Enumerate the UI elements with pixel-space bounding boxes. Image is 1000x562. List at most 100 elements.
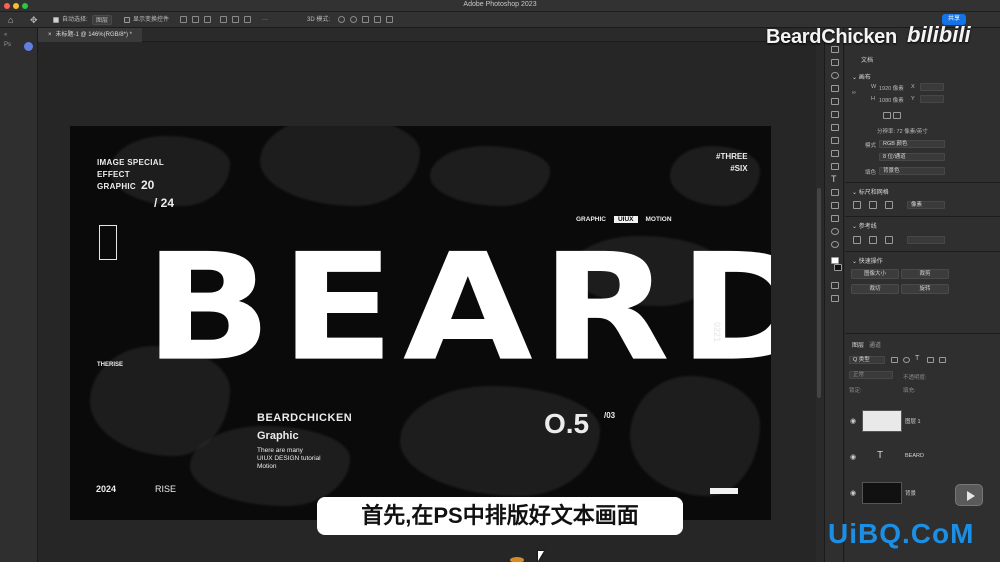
stamp-icon[interactable] bbox=[831, 137, 839, 144]
color-mode-dropdown[interactable]: RGB 颜色 bbox=[879, 140, 945, 148]
layer-name: 背景 bbox=[905, 491, 917, 497]
layer-row[interactable]: ◉ 图层 1 bbox=[845, 407, 1000, 435]
path-select-icon[interactable] bbox=[831, 202, 839, 209]
guide-lock-icon[interactable] bbox=[853, 236, 861, 244]
document-canvas[interactable]: IMAGE SPECIAL EFFECT GRAPHIC 20 / 24 #TH… bbox=[70, 126, 771, 520]
zoom-icon[interactable] bbox=[831, 241, 839, 248]
eye-icon[interactable]: ◉ bbox=[850, 453, 856, 461]
grid-icon[interactable] bbox=[869, 201, 877, 209]
align-left-icon[interactable] bbox=[180, 16, 187, 23]
more-options-icon[interactable]: ··· bbox=[262, 15, 268, 25]
vertical-scrollbar[interactable] bbox=[816, 42, 822, 562]
guide-grid-icon[interactable] bbox=[869, 236, 877, 244]
layer-name: 图层 1 bbox=[905, 419, 921, 425]
quick-actions-section-title: ⌄ 快速操作 bbox=[852, 259, 883, 265]
portrait-orientation-icon[interactable] bbox=[883, 112, 891, 119]
align-right-icon[interactable] bbox=[204, 16, 211, 23]
hand-icon[interactable] bbox=[831, 228, 839, 235]
roll-3d-icon[interactable] bbox=[350, 16, 357, 23]
orbit-3d-icon[interactable] bbox=[338, 16, 345, 23]
document-label: 文档 bbox=[861, 58, 874, 64]
bilibili-logo: bilibili bbox=[907, 22, 971, 47]
six-line: #SIX bbox=[730, 164, 748, 173]
auto-select-label: 自动选择: bbox=[62, 17, 88, 23]
ruler-icon[interactable] bbox=[853, 201, 861, 209]
align-bottom-icon[interactable] bbox=[244, 16, 251, 23]
link-dimensions-icon[interactable]: ∞ bbox=[852, 90, 856, 96]
three-six-text: #THREE #SIX bbox=[716, 151, 748, 175]
ps-logo-icon: Ps bbox=[4, 42, 12, 48]
background-color-icon[interactable] bbox=[834, 264, 842, 271]
filter-shape-icon[interactable] bbox=[927, 357, 934, 363]
fill-label: 填色 bbox=[865, 170, 877, 176]
quick-mask-icon[interactable] bbox=[831, 282, 839, 289]
bit-depth-dropdown[interactable]: 8 位/通道 bbox=[879, 153, 945, 161]
layer-name: BEARD bbox=[905, 453, 924, 459]
align-center-icon[interactable] bbox=[192, 16, 199, 23]
eraser-icon[interactable] bbox=[831, 150, 839, 157]
auto-select-dropdown[interactable]: 图层 bbox=[92, 15, 113, 25]
year-text: 2024 bbox=[96, 484, 117, 494]
eye-icon[interactable]: ◉ bbox=[850, 417, 856, 425]
move-tool-icon[interactable]: ✥ bbox=[30, 15, 38, 25]
opacity-label: 不透明度: bbox=[903, 375, 927, 381]
crop-button[interactable]: 裁剪 bbox=[901, 269, 949, 279]
layer-filter-dropdown[interactable]: Q 类型 bbox=[849, 356, 885, 364]
brush-icon[interactable] bbox=[831, 124, 839, 131]
show-transform-checkbox[interactable] bbox=[124, 17, 130, 23]
filter-type-icon[interactable]: T bbox=[915, 355, 919, 362]
eyedropper-icon[interactable] bbox=[831, 98, 839, 105]
slide-3d-icon[interactable] bbox=[374, 16, 381, 23]
close-tab-icon[interactable]: × bbox=[48, 32, 52, 38]
x-field[interactable] bbox=[920, 83, 944, 91]
resolution-text: 分辨率: 72 像素/英寸 bbox=[877, 129, 928, 135]
shape-icon[interactable] bbox=[831, 215, 839, 222]
tab-layers[interactable]: 图层 bbox=[852, 340, 864, 349]
white-bar-shape bbox=[710, 488, 738, 494]
lasso-icon[interactable] bbox=[831, 72, 839, 79]
home-icon[interactable]: ⌂ bbox=[8, 15, 13, 25]
unit-dropdown[interactable]: 像素 bbox=[907, 201, 945, 209]
canvas-area[interactable]: IMAGE SPECIAL EFFECT GRAPHIC 20 / 24 #TH… bbox=[38, 42, 816, 562]
eye-icon[interactable]: ◉ bbox=[850, 489, 856, 497]
gradient-icon[interactable] bbox=[831, 163, 839, 170]
filter-smart-icon[interactable] bbox=[939, 357, 946, 363]
width-value[interactable]: 1920 像素 bbox=[879, 84, 904, 92]
height-value[interactable]: 1080 像素 bbox=[879, 96, 904, 104]
pen-icon[interactable] bbox=[831, 189, 839, 196]
healing-brush-icon[interactable] bbox=[831, 111, 839, 118]
scale-3d-icon[interactable] bbox=[386, 16, 393, 23]
type-tool-icon[interactable]: T bbox=[831, 174, 837, 184]
filter-adjust-icon[interactable] bbox=[903, 357, 910, 363]
align-middle-icon[interactable] bbox=[232, 16, 239, 23]
align-top-icon[interactable] bbox=[220, 16, 227, 23]
pixel-grid-icon[interactable] bbox=[885, 201, 893, 209]
blend-mode-dropdown[interactable]: 正常 bbox=[849, 371, 893, 379]
y-field[interactable] bbox=[920, 95, 944, 103]
guide-new-icon[interactable] bbox=[885, 236, 893, 244]
foreground-color-icon[interactable] bbox=[831, 257, 839, 264]
filter-pixel-icon[interactable] bbox=[891, 357, 898, 363]
image-size-button[interactable]: 图像大小 bbox=[851, 269, 899, 279]
document-tab-bar: × 未标题-1 @ 146%(RGB/8*) * bbox=[38, 28, 820, 42]
trim-button[interactable]: 裁切 bbox=[851, 284, 899, 294]
show-transform-label: 显示变换控件 bbox=[133, 17, 170, 23]
document-tab[interactable]: × 未标题-1 @ 146%(RGB/8*) * bbox=[38, 28, 142, 42]
marquee-icon[interactable] bbox=[831, 59, 839, 66]
small-number-text: /03 bbox=[604, 411, 616, 420]
landscape-orientation-icon[interactable] bbox=[893, 112, 901, 119]
rotate-button[interactable]: 旋转 bbox=[901, 284, 949, 294]
layer-row[interactable]: ◉ T BEARD bbox=[845, 443, 1000, 471]
pan-3d-icon[interactable] bbox=[362, 16, 369, 23]
tab-channels[interactable]: 通道 bbox=[869, 340, 881, 349]
toolbar-collapse-icon[interactable]: « bbox=[4, 32, 7, 38]
y-label: Y bbox=[911, 96, 915, 102]
fill-dropdown[interactable]: 背景色 bbox=[879, 167, 945, 175]
mouse-cursor-icon bbox=[538, 551, 544, 561]
guide-style-dropdown[interactable] bbox=[907, 236, 945, 244]
quick-select-icon[interactable] bbox=[831, 85, 839, 92]
scrollbar-thumb[interactable] bbox=[817, 188, 821, 398]
play-icon[interactable] bbox=[955, 484, 983, 506]
auto-select-checkbox[interactable] bbox=[53, 17, 59, 23]
screen-mode-icon[interactable] bbox=[831, 295, 839, 302]
